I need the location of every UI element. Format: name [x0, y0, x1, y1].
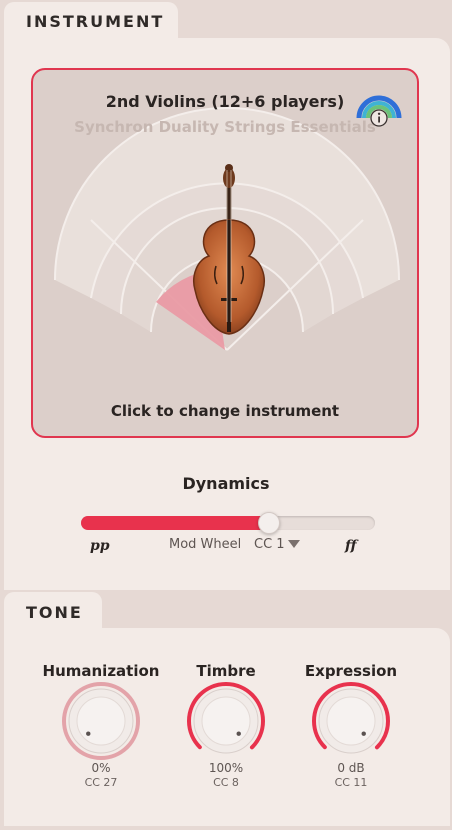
knob-value: 0%	[91, 761, 111, 775]
triangle-down-icon	[287, 540, 300, 548]
knob-cc: CC 8	[213, 776, 239, 789]
tab-tone-label: TONE	[26, 603, 83, 622]
knob-cc: CC 27	[84, 776, 118, 789]
change-instrument-label: Click to change instrument	[110, 402, 340, 420]
knob-value: 100%	[208, 761, 244, 775]
knob-title: Timbre	[196, 662, 256, 680]
controller-label: Mod Wheel	[169, 537, 242, 552]
timbre-knob[interactable]	[185, 680, 267, 762]
knob-value: 0 dB	[337, 761, 365, 775]
instrument-selector[interactable]: 2nd Violins (12+6 players) Synchron Dual…	[31, 68, 419, 438]
tab-instrument-label: INSTRUMENT	[26, 12, 165, 31]
dynamics-title: Dynamics	[182, 474, 270, 493]
cc-dropdown[interactable]: CC 1	[254, 537, 300, 552]
info-icon[interactable]	[353, 88, 405, 128]
knob-cc: CC 11	[334, 776, 368, 789]
knob-title: Humanization	[42, 662, 160, 680]
dynamics-min-label: pp	[90, 538, 110, 554]
dynamics-max-label: ff	[345, 538, 357, 554]
dynamics-slider-fill	[81, 516, 267, 530]
humanization-knob[interactable]	[60, 680, 142, 762]
cc-dropdown-label: CC 1	[254, 537, 285, 552]
knob-title: Expression	[304, 662, 398, 680]
expression-knob[interactable]	[310, 680, 392, 762]
dynamics-slider[interactable]	[81, 516, 375, 530]
